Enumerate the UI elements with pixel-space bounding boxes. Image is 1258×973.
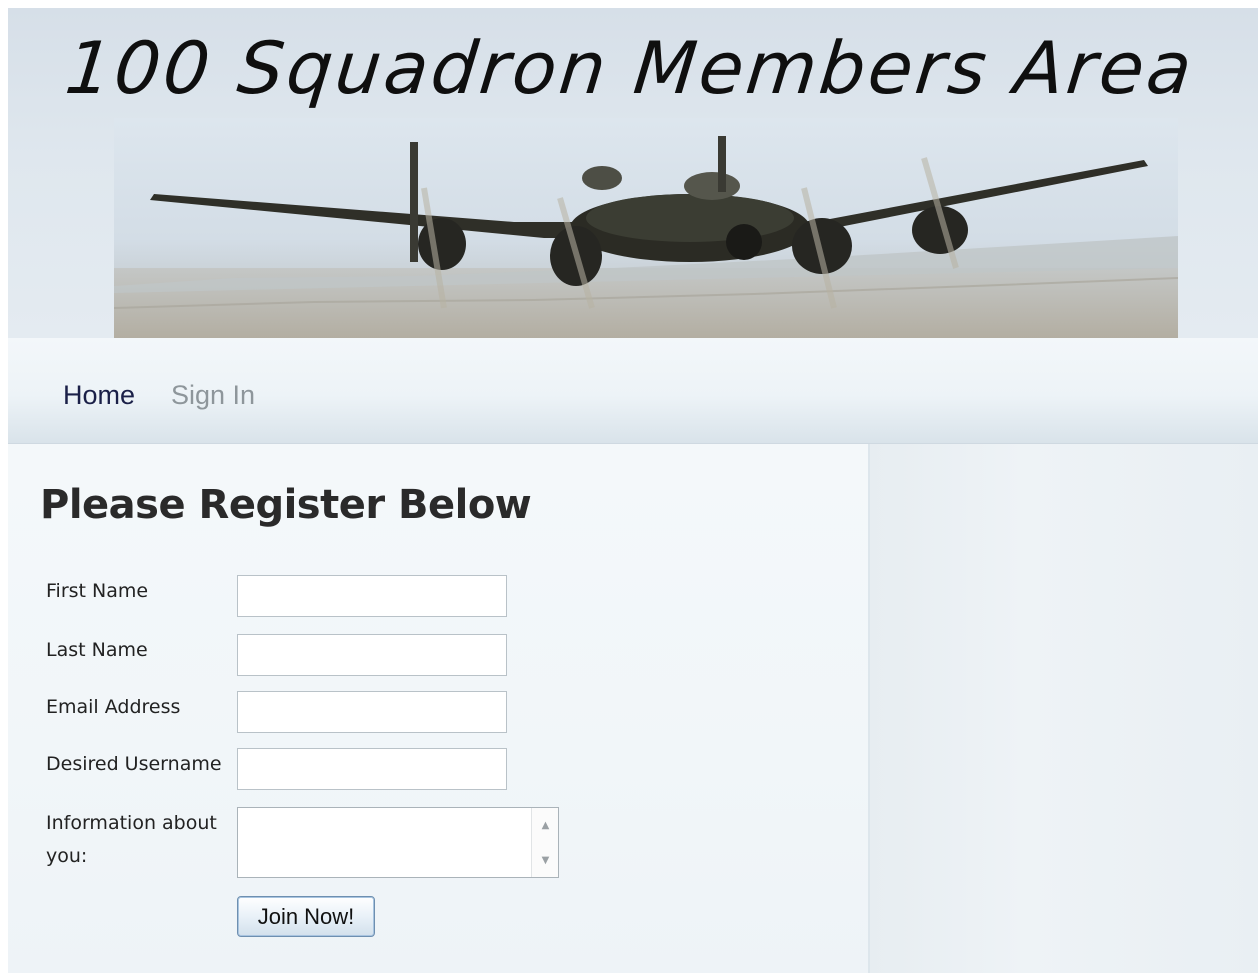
join-now-button[interactable]: Join Now! <box>237 896 375 937</box>
info-label-line-1: Information about <box>46 812 217 834</box>
nav-home-link[interactable]: Home <box>63 380 135 411</box>
email-field[interactable] <box>237 691 507 733</box>
main-content: Please Register Below First Name Last Na… <box>8 444 868 973</box>
username-field[interactable] <box>237 748 507 790</box>
first-name-label: First Name <box>46 580 149 602</box>
scroll-up-icon[interactable]: ▲ <box>532 816 559 836</box>
info-label-line-2: you: <box>46 845 88 867</box>
scroll-down-icon[interactable]: ▼ <box>532 851 559 871</box>
first-name-field[interactable] <box>237 575 507 617</box>
email-address-label: Email Address <box>46 696 181 718</box>
nav-sign-in-link[interactable]: Sign In <box>171 380 255 411</box>
sidebar-panel <box>868 444 1258 973</box>
site-header: 100 Squadron Members Area <box>8 8 1258 338</box>
last-name-label: Last Name <box>46 639 148 661</box>
information-about-you-field: ▲ ▼ <box>237 807 559 878</box>
desired-username-label: Desired Username <box>46 753 222 775</box>
information-about-you-label: Information about you: <box>46 807 217 873</box>
textarea-scrollbar[interactable]: ▲ ▼ <box>531 808 558 877</box>
nav-bar: Home Sign In <box>8 338 1258 444</box>
page-title: Please Register Below <box>40 482 532 528</box>
site-title: 100 Squadron Members Area <box>61 26 1199 110</box>
last-name-field[interactable] <box>237 634 507 676</box>
information-textarea[interactable] <box>238 808 531 877</box>
banner-image <box>114 118 1178 338</box>
